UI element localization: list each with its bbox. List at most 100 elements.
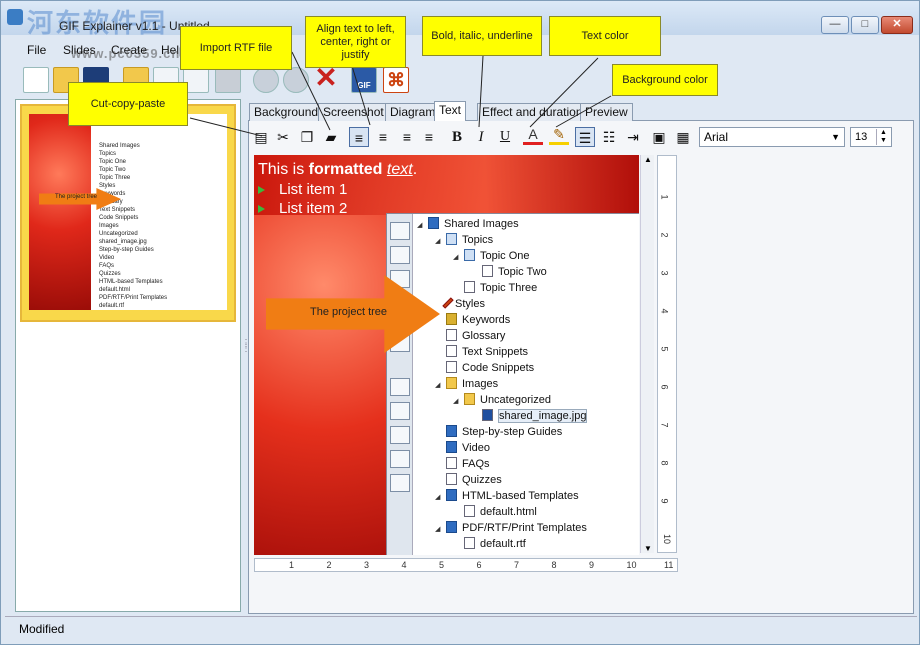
insert-table-icon[interactable]: ▦: [673, 127, 693, 147]
callout-bold-italic-underline: Bold, italic, underline: [422, 16, 542, 56]
ruler-tick-label: 10: [626, 560, 637, 570]
remove-slide-button[interactable]: [215, 67, 241, 93]
tree-node-label: Styles: [455, 298, 485, 310]
bold-button[interactable]: B: [447, 127, 467, 147]
tree-node: ◢ Shared Images: [417, 216, 519, 232]
print-icon: [390, 450, 410, 468]
screenshot-sidebar: [387, 214, 413, 555]
spinner-icon[interactable]: ▲ ▼: [876, 129, 890, 145]
background-color-button[interactable]: ✎: [549, 127, 569, 145]
ruler-tick-label: 6: [659, 384, 670, 390]
tree-node-label: Code Snippets: [462, 362, 535, 374]
ruler-tick-label: 4: [659, 308, 670, 314]
move-down-button[interactable]: [283, 67, 309, 93]
doc-icon: [390, 426, 410, 444]
tree-node: FAQs: [435, 456, 490, 472]
tree-node: Text Snippets: [435, 344, 528, 360]
tree-node-label: Glossary: [462, 330, 506, 342]
paste-icon[interactable]: ▤: [251, 127, 271, 147]
delete-icon[interactable]: ✕: [313, 64, 339, 93]
slide-thumbnail[interactable]: Shared Images Topics Topic One Topic Two Top…: [20, 104, 236, 322]
thumbnail-tree-node: Topics: [99, 151, 117, 157]
ruler-tick-label: 4: [401, 560, 407, 570]
list-item[interactable]: List item 2: [258, 200, 347, 217]
doc-icon: [446, 345, 457, 357]
menu-file[interactable]: File: [27, 43, 46, 57]
heading-plain-text: This is: [258, 161, 309, 178]
callout-cut-copy-paste: Cut-copy-paste: [68, 82, 188, 126]
ruler-tick-label: 5: [659, 346, 670, 352]
thumbnail-flower: [29, 114, 91, 310]
help-icon: [390, 378, 410, 396]
export-gif-button[interactable]: GIF: [351, 67, 377, 93]
tree-node-label: Topic One: [480, 250, 530, 262]
project-tree-arrow-label: The project tree: [310, 306, 388, 318]
insert-image-icon[interactable]: ▣: [649, 127, 669, 147]
doc-icon: [464, 537, 475, 549]
tree-node-label: Shared Images: [444, 218, 519, 230]
ruler-tick-label: 11: [664, 560, 674, 570]
bullet-list-icon[interactable]: ☰: [575, 127, 595, 147]
scroll-down-icon[interactable]: ▼: [644, 544, 652, 553]
underline-button[interactable]: U: [495, 127, 515, 147]
tab-diagram[interactable]: Diagram: [385, 103, 441, 121]
blue-icon: [428, 217, 439, 229]
tree-node-label: Images: [462, 378, 499, 390]
ruler-tick-label: 6: [476, 560, 482, 570]
font-family-select[interactable]: Arial ▼: [699, 127, 845, 147]
slide-heading[interactable]: This is formatted text.: [258, 161, 417, 179]
font-size-stepper[interactable]: 13 ▲ ▼: [850, 127, 892, 147]
export-pdf-button[interactable]: ⌘: [383, 67, 409, 93]
doc-icon: [464, 505, 475, 517]
tree-node: ◢ HTML-based Templates: [435, 488, 579, 504]
ruler-tick-label: 7: [659, 422, 670, 428]
minimize-button[interactable]: —: [821, 16, 849, 34]
vertical-scrollbar[interactable]: ▲ ▼: [640, 155, 654, 553]
slide-canvas[interactable]: This is formatted text. List item 1 List…: [254, 155, 639, 555]
doc-icon: [446, 329, 457, 341]
tab-preview[interactable]: Preview: [580, 103, 633, 121]
cut-icon[interactable]: ✂: [273, 127, 293, 147]
justify-icon[interactable]: ≡: [419, 127, 439, 147]
thumbnail-tree-node: default.html: [99, 287, 131, 293]
align-right-icon[interactable]: ≡: [397, 127, 417, 147]
thumbnail-tree-node: Shared Images: [99, 143, 140, 149]
italic-button[interactable]: I: [471, 127, 491, 147]
tree-node: default.html: [453, 504, 537, 520]
tab-screenshot[interactable]: Screenshot: [318, 103, 389, 121]
indent-icon[interactable]: ⇥: [623, 127, 643, 147]
tab-text[interactable]: Text: [434, 101, 467, 121]
close-button[interactable]: ✕: [881, 16, 913, 34]
move-up-button[interactable]: [253, 67, 279, 93]
list-item[interactable]: List item 1: [258, 181, 347, 198]
status-text: Modified: [19, 622, 65, 636]
tree-node-label: Text Snippets: [462, 346, 529, 358]
thumbnail-tree-node: Text Snippets: [99, 207, 136, 213]
numbered-list-icon[interactable]: ☷: [599, 127, 619, 147]
tree-node-label: default.rtf: [480, 538, 526, 550]
list-item-label: List item 1: [279, 181, 348, 198]
horizontal-ruler: 1 2 3 4 5 6 7 8 9 10 11: [254, 558, 678, 572]
new-project-button[interactable]: [23, 67, 49, 93]
maximize-button[interactable]: □: [851, 16, 879, 34]
align-center-icon[interactable]: ≡: [373, 127, 393, 147]
tab-effect-duration[interactable]: Effect and duration: [477, 103, 588, 121]
expander-icon: ◢: [453, 398, 459, 405]
scroll-up-icon[interactable]: ▲: [644, 155, 652, 164]
book-icon: [464, 249, 475, 261]
tree-node: Quizzes: [435, 472, 502, 488]
expander-icon: ◢: [435, 238, 441, 245]
tree-node: Topic Three: [453, 280, 537, 296]
tree-node-label: Step-by-step Guides: [462, 426, 563, 438]
thumbnail-tree-node: Topic Two: [99, 167, 126, 173]
panel-icon: [390, 246, 410, 264]
tab-background[interactable]: Background: [249, 103, 324, 121]
checklist-icon: [390, 474, 410, 492]
tree-node-label: FAQs: [462, 458, 490, 470]
text-color-button[interactable]: A: [523, 127, 543, 145]
copy-icon[interactable]: ❐: [297, 127, 317, 147]
tree-node: Topic Two: [471, 264, 547, 280]
import-rtf-icon[interactable]: ▰: [321, 127, 341, 147]
tree-node-label: default.html: [480, 506, 537, 518]
align-left-icon[interactable]: ≡: [349, 127, 369, 147]
